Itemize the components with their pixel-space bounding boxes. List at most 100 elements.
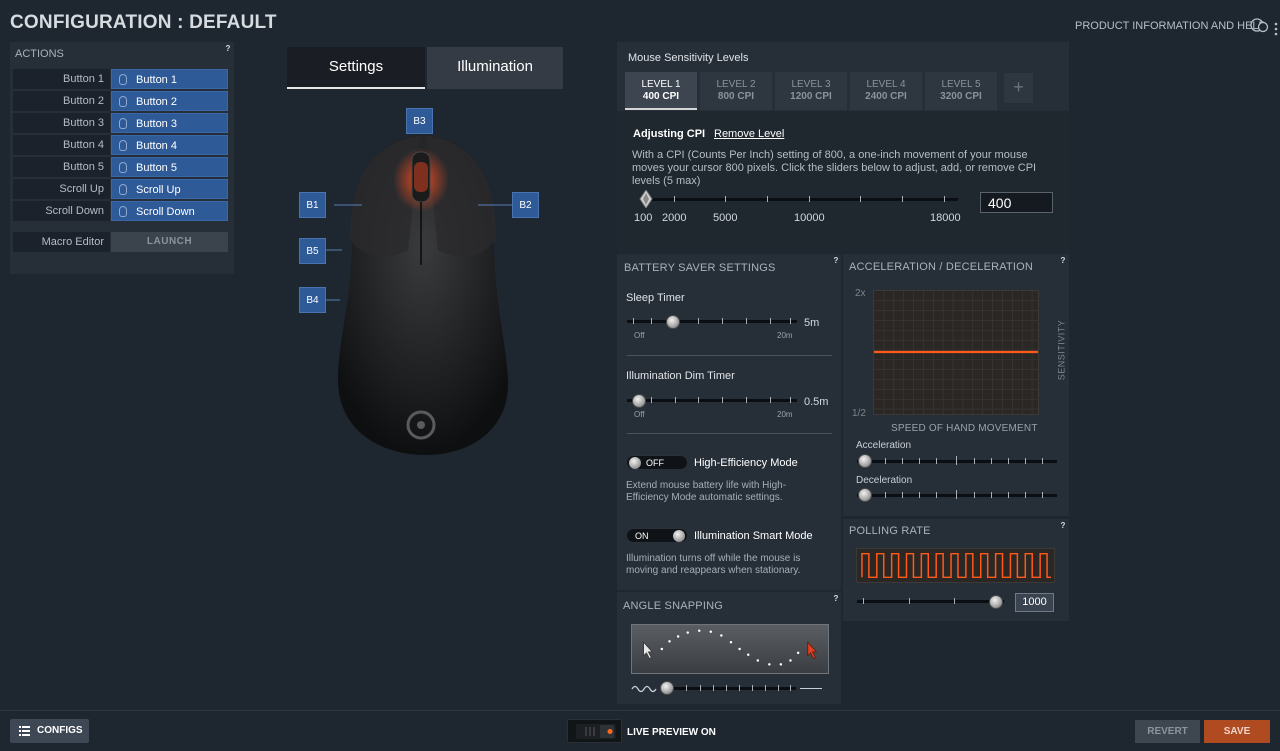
sleep-tick [770, 318, 771, 324]
action-assign-button-5[interactable]: Button 5 [111, 157, 228, 177]
mouse-icon [119, 96, 127, 107]
dim-timer-track[interactable] [627, 399, 797, 402]
cpi-slider-handle[interactable] [639, 190, 653, 208]
tab-illumination[interactable]: Illumination [427, 47, 563, 89]
action-assign-scroll-down[interactable]: Scroll Down [111, 201, 228, 221]
cpi-tick-label: 2000 [662, 212, 687, 224]
configs-button[interactable]: CONFIGS [10, 719, 89, 743]
angle-tick [765, 685, 766, 691]
add-level-button[interactable]: + [1004, 73, 1033, 103]
revert-button[interactable]: REVERT [1135, 720, 1200, 743]
level-tab-4[interactable]: LEVEL 4 2400 CPI [850, 72, 922, 110]
action-row-scroll-down: Scroll Down Scroll Down [13, 201, 228, 222]
polling-tick [863, 598, 864, 604]
tab-settings[interactable]: Settings [287, 47, 425, 89]
level-tab-2[interactable]: LEVEL 2 800 CPI [700, 72, 772, 110]
mouse-badge-b3[interactable]: B3 [406, 108, 433, 134]
dim-timer-value: 0.5m [804, 396, 829, 408]
action-label: Scroll Down [13, 201, 110, 221]
acceleration-help-icon[interactable]: ? [1058, 256, 1068, 266]
deceleration-handle[interactable] [858, 488, 872, 502]
dim-tick [746, 397, 747, 403]
action-assign-scroll-up[interactable]: Scroll Up [111, 179, 228, 199]
sleep-tick [790, 318, 791, 324]
level-cpi: 2400 CPI [865, 91, 907, 102]
level-name: LEVEL 3 [791, 79, 831, 90]
smart-mode-label: Illumination Smart Mode [694, 530, 813, 542]
sleep-tick [651, 318, 652, 324]
help-chat-icon[interactable] [1249, 18, 1269, 33]
level-tab-3[interactable]: LEVEL 3 1200 CPI [775, 72, 847, 110]
polling-rate-handle[interactable] [989, 595, 1003, 609]
mouse-badge-b5[interactable]: B5 [299, 238, 326, 264]
polling-rate-value[interactable]: 1000 [1015, 593, 1054, 612]
polling-rate-title: POLLING RATE [849, 525, 931, 537]
mouse-badge-b1[interactable]: B1 [299, 192, 326, 218]
high-efficiency-toggle[interactable]: OFF [626, 455, 688, 470]
actions-help-icon[interactable]: ? [223, 44, 233, 54]
accel-tick [936, 458, 937, 464]
level-name: LEVEL 5 [941, 79, 981, 90]
acceleration-track[interactable] [857, 460, 1057, 463]
dim-max-label: 20m [777, 410, 793, 419]
mouse-icon [119, 140, 127, 151]
configs-label: CONFIGS [37, 725, 83, 736]
sleep-max-label: 20m [777, 331, 793, 340]
polling-rate-waveform [856, 548, 1055, 583]
accel-tick [1008, 458, 1009, 464]
polling-rate-track[interactable] [857, 600, 1004, 603]
action-assign-button-3[interactable]: Button 3 [111, 113, 228, 133]
action-row-button-2: Button 2 Button 2 [13, 91, 228, 112]
smart-mode-toggle[interactable]: ON [626, 528, 688, 543]
mouse-image [325, 135, 512, 455]
dim-tick [770, 397, 771, 403]
accel-tick [1025, 458, 1026, 464]
angle-snapping-track[interactable] [661, 687, 796, 690]
acceleration-handle[interactable] [858, 454, 872, 468]
action-value: Scroll Up [136, 184, 181, 196]
battery-help-icon[interactable]: ? [831, 256, 841, 266]
cpi-tick [725, 196, 726, 202]
product-info-link[interactable]: PRODUCT INFORMATION AND HELP [1075, 20, 1266, 32]
angle-tick [752, 685, 753, 691]
live-preview-toggle[interactable] [567, 719, 622, 743]
polling-help-icon[interactable]: ? [1058, 521, 1068, 531]
graph-x-axis-label: SPEED OF HAND MOVEMENT [891, 423, 1038, 434]
angle-snapping-title: ANGLE SNAPPING [623, 600, 723, 612]
level-name: LEVEL 2 [716, 79, 756, 90]
angle-tick [778, 685, 779, 691]
sleep-timer-track[interactable] [627, 320, 797, 323]
action-row-button-1: Button 1 Button 1 [13, 69, 228, 90]
level-tab-1[interactable]: LEVEL 1 400 CPI [625, 72, 697, 110]
deceleration-track[interactable] [857, 494, 1057, 497]
page-title: CONFIGURATION : DEFAULT [10, 12, 277, 33]
cpi-tick-label: 10000 [794, 212, 825, 224]
action-value: Scroll Down [136, 206, 195, 218]
mouse-badge-b4[interactable]: B4 [299, 287, 326, 313]
angle-tick [739, 685, 740, 691]
toggle-state: OFF [646, 458, 664, 468]
cpi-slider-track[interactable] [640, 198, 958, 201]
macro-editor-row: Macro Editor LAUNCH [13, 232, 228, 252]
decel-tick [1042, 492, 1043, 498]
more-options-icon[interactable] [1272, 22, 1280, 36]
level-tab-5[interactable]: LEVEL 5 3200 CPI [925, 72, 997, 110]
mouse-badge-b2[interactable]: B2 [512, 192, 539, 218]
acceleration-graph [873, 290, 1039, 415]
dim-timer-handle[interactable] [632, 394, 646, 408]
remove-level-link[interactable]: Remove Level [714, 128, 784, 140]
launch-button[interactable]: LAUNCH [111, 232, 228, 252]
save-button[interactable]: SAVE [1204, 720, 1270, 743]
high-efficiency-desc: Extend mouse battery life with High-Effi… [626, 480, 787, 503]
action-assign-button-1[interactable]: Button 1 [111, 69, 228, 89]
action-assign-button-2[interactable]: Button 2 [111, 91, 228, 111]
sleep-timer-handle[interactable] [666, 315, 680, 329]
angle-help-icon[interactable]: ? [831, 594, 841, 604]
cpi-value-input[interactable] [980, 192, 1053, 213]
action-assign-button-4[interactable]: Button 4 [111, 135, 228, 155]
decel-tick [956, 490, 957, 499]
action-value: Button 3 [136, 118, 177, 130]
dim-tick [651, 397, 652, 403]
angle-snapping-handle[interactable] [660, 681, 674, 695]
dim-tick [698, 397, 699, 403]
